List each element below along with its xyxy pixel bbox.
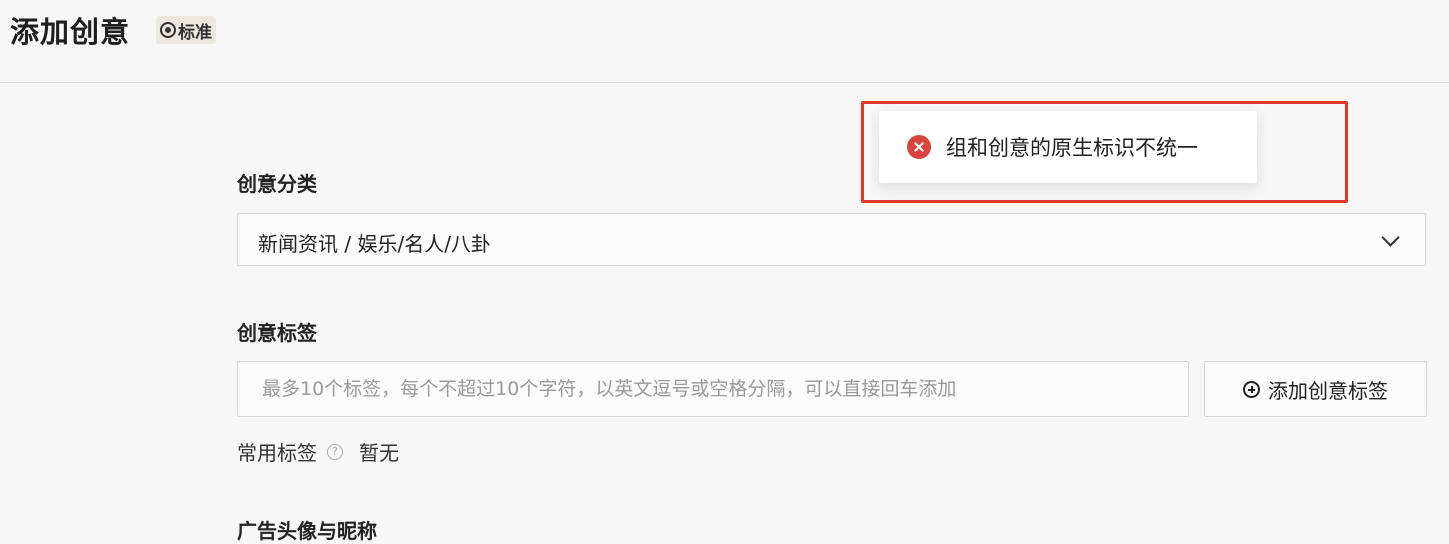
page-title: 添加创意: [10, 15, 131, 49]
standard-badge: 标准: [156, 16, 216, 44]
category-label: 创意分类: [237, 172, 317, 196]
badge-label: 标准: [178, 22, 212, 43]
common-tags-value: 暂无: [359, 441, 399, 465]
question-circle-icon[interactable]: ?: [327, 443, 343, 460]
category-value: 新闻资讯 / 娱乐/名人/八卦: [258, 232, 491, 256]
toast-message: 组和创意的原生标识不统一: [946, 136, 1198, 160]
tags-input[interactable]: [237, 361, 1189, 417]
avatar-nickname-label: 广告头像与昵称: [237, 519, 377, 543]
common-tags-label: 常用标签: [237, 441, 317, 465]
page-header: 添加创意 标准: [0, 0, 1449, 83]
plus-circle-icon: [1243, 380, 1260, 398]
tags-label: 创意标签: [237, 321, 317, 345]
error-circle-icon: [907, 135, 931, 159]
target-icon: [160, 22, 176, 38]
category-select[interactable]: 新闻资讯 / 娱乐/名人/八卦: [237, 213, 1426, 266]
add-tag-button[interactable]: 添加创意标签: [1204, 361, 1427, 417]
common-tags-row: 常用标签 ? 暂无: [237, 437, 399, 466]
chevron-down-icon: [1381, 228, 1400, 247]
error-toast: 组和创意的原生标识不统一: [879, 111, 1257, 183]
add-tag-button-label: 添加创意标签: [1268, 378, 1388, 403]
